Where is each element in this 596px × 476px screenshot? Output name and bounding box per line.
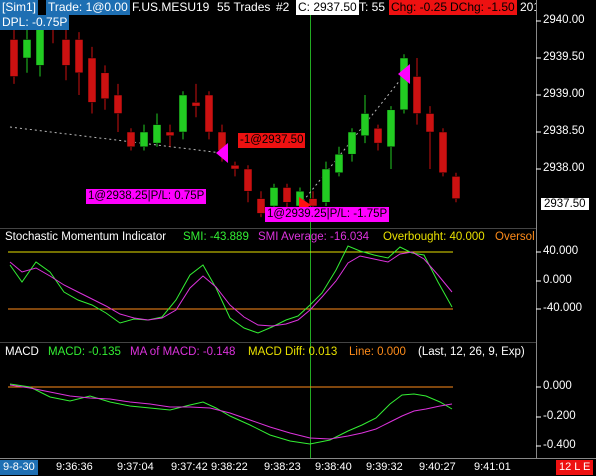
price-axis-label: 2938.50 — [543, 125, 585, 137]
smi-average-line — [9, 251, 453, 327]
smi-axis-label: 0.000 — [543, 274, 572, 286]
candles-group — [9, 13, 461, 218]
macd-axis-label: 0.000 — [543, 380, 572, 392]
time-tick: 9:38:23 — [264, 461, 301, 473]
macd-axis-label: -0.200 — [543, 410, 576, 422]
time-tick: 9:36:36 — [56, 461, 93, 473]
candle-body[interactable] — [360, 113, 370, 136]
candle-body[interactable] — [178, 94, 188, 133]
smi-axis-label: -40.000 — [543, 302, 583, 314]
bar-number: #2 — [276, 0, 290, 14]
date-badge: 9-8-30 — [0, 460, 38, 475]
candle-body[interactable] — [74, 39, 84, 74]
smi-average-value: SMI Average: -16.034 — [258, 231, 370, 243]
macd-average-line — [9, 384, 453, 440]
instrument-label: F.US.MESU19 — [132, 0, 210, 14]
buy-trade-label[interactable]: 1@2938.25|P/L: 0.75P — [86, 189, 207, 204]
macd-line — [9, 383, 453, 445]
candle-body[interactable] — [386, 109, 396, 148]
overbought-value: Overbought: 40.000 — [383, 231, 485, 243]
account-label[interactable]: [Sim1] — [0, 0, 39, 15]
trades-count: 55 Trades — [217, 0, 271, 14]
tick-count: T: 55 — [359, 0, 386, 14]
candle-body[interactable] — [230, 165, 240, 170]
candle-body[interactable] — [438, 131, 448, 173]
candle-body[interactable] — [412, 76, 422, 114]
candle-body[interactable] — [425, 113, 435, 133]
time-tick: 9:37:42 — [171, 461, 208, 473]
candle-body[interactable] — [451, 176, 461, 199]
price-axis-label: 2939.00 — [543, 88, 585, 100]
price-axis-label: 2940.00 — [543, 14, 585, 26]
daily-pl-label: DPL: -0.75P — [0, 15, 70, 30]
macd-average-value: MA of MACD: -0.148 — [130, 346, 236, 358]
smi-line — [9, 245, 453, 334]
candle-body[interactable] — [191, 102, 201, 107]
candle-body[interactable] — [126, 131, 136, 148]
change-badge: Chg: -0.25 — [389, 0, 450, 15]
status-badge: 12 L E — [556, 460, 594, 475]
candle-body[interactable] — [282, 187, 292, 203]
candle-body[interactable] — [373, 128, 383, 144]
candle-body[interactable] — [61, 39, 71, 66]
daily-change-badge: DChg: -1.50 — [448, 0, 517, 15]
buy-trade-label-2[interactable]: 1@2939.25|P/L: -1.75P — [265, 207, 390, 222]
candle-body[interactable] — [87, 57, 97, 103]
macd-params: (Last, 12, 26, 9, Exp) — [418, 346, 525, 358]
macd-line-value: Line: 0.000 — [349, 346, 406, 358]
time-tick: 9:37:04 — [117, 461, 154, 473]
sell-trade-label[interactable]: -1@2937.50 — [238, 133, 306, 148]
trade-connector — [9, 126, 223, 154]
candle-body[interactable] — [100, 72, 110, 99]
close-price: C: 2937.50 — [296, 0, 359, 15]
candle-body[interactable] — [399, 57, 409, 111]
smi-value: SMI: -43.889 — [183, 231, 249, 243]
macd-value: MACD: -0.135 — [48, 346, 121, 358]
candle-body[interactable] — [165, 131, 175, 136]
price-axis-label: 2939.50 — [543, 51, 585, 63]
oversold-value: Oversol — [495, 231, 535, 243]
candle-body[interactable] — [204, 94, 214, 133]
candle-body[interactable] — [243, 168, 253, 192]
time-tick: 9:39:32 — [366, 461, 403, 473]
candle-body[interactable] — [334, 153, 344, 173]
time-tick: 9:38:22 — [211, 461, 248, 473]
candle-body[interactable] — [321, 168, 331, 203]
trade-label: Trade: 1@0.00 — [46, 0, 130, 15]
candle-body[interactable] — [9, 39, 19, 77]
candle-body[interactable] — [22, 39, 32, 59]
candle-body[interactable] — [347, 131, 357, 155]
time-tick: 9:38:40 — [315, 461, 352, 473]
macd-diff-value: MACD Diff: 0.013 — [248, 346, 338, 358]
time-tick: 9:41:01 — [474, 461, 511, 473]
current-price-tag: 2937.50 — [541, 198, 589, 210]
candle-body[interactable] — [256, 198, 266, 214]
candle-body[interactable] — [113, 94, 123, 114]
smi-axis-label: 40.000 — [543, 245, 579, 257]
candle-body[interactable] — [152, 124, 162, 144]
smi-title: Stochastic Momentum Indicator — [5, 231, 167, 243]
candle-body[interactable] — [139, 131, 149, 148]
time-tick: 9:40:27 — [419, 461, 456, 473]
date-fragment: 201 — [520, 0, 536, 14]
macd-title: MACD — [5, 346, 39, 358]
candle-body[interactable] — [35, 28, 45, 66]
price-axis-label: 2938.00 — [543, 162, 585, 174]
macd-axis-label: -0.400 — [543, 439, 576, 451]
candle-body[interactable] — [269, 187, 279, 207]
